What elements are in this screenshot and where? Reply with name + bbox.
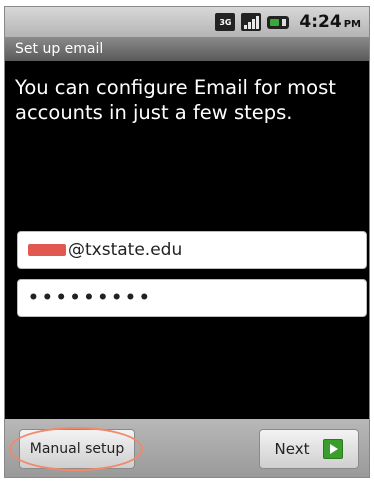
email-value: @txstate.edu bbox=[68, 240, 183, 260]
title-bar: Set up email bbox=[5, 37, 369, 61]
password-field[interactable]: ••••••••• bbox=[17, 279, 367, 317]
next-label: Next bbox=[274, 440, 310, 458]
manual-setup-button[interactable]: Manual setup bbox=[19, 429, 135, 469]
status-clock: 4:24 PM bbox=[299, 12, 361, 32]
status-bar: 3G 4:24 PM bbox=[5, 7, 369, 37]
redaction-mark bbox=[28, 244, 66, 256]
intro-text: You can configure Email for most account… bbox=[15, 76, 336, 124]
bottom-bar: Manual setup Next bbox=[5, 419, 369, 477]
battery-icon bbox=[267, 15, 290, 29]
next-button[interactable]: Next bbox=[259, 429, 359, 469]
3g-icon: 3G bbox=[215, 13, 236, 31]
signal-strength-icon bbox=[241, 13, 262, 31]
clock-ampm: PM bbox=[343, 19, 361, 30]
manual-setup-label: Manual setup bbox=[29, 441, 125, 457]
email-field[interactable]: @txstate.edu bbox=[17, 231, 367, 269]
phone-screen: 3G 4:24 PM Set up email You can configure… bbox=[4, 6, 370, 478]
arrow-right-icon bbox=[323, 439, 344, 459]
status-icons: 3G 4:24 PM bbox=[215, 11, 361, 33]
clock-time: 4:24 bbox=[299, 12, 342, 32]
page-title: Set up email bbox=[15, 41, 104, 57]
network-label: 3G bbox=[219, 17, 232, 27]
password-value: ••••••••• bbox=[28, 288, 153, 308]
